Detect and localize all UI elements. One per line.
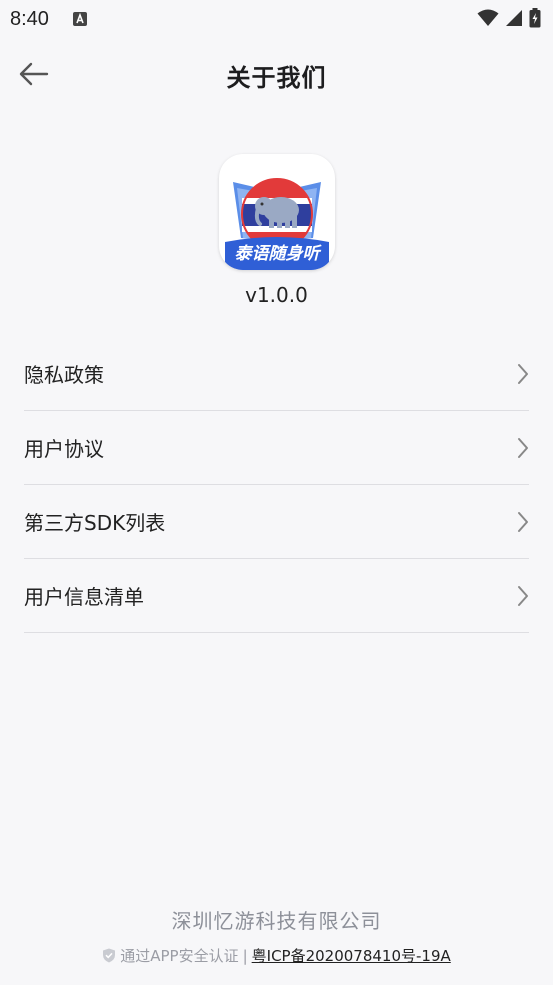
notification-a-icon bbox=[73, 12, 87, 26]
shield-icon bbox=[103, 948, 116, 963]
company-name: 深圳忆游科技有限公司 bbox=[171, 909, 382, 933]
battery-icon bbox=[529, 8, 541, 28]
signal-icon bbox=[506, 10, 522, 26]
footer-certification: 通过APP安全认证 | 粤ICP备2020078410号-19A bbox=[0, 945, 553, 966]
status-icons bbox=[477, 8, 541, 28]
footer-separator: | bbox=[242, 946, 248, 965]
menu-item-label: 隐私政策 bbox=[24, 363, 104, 387]
menu-item-label: 第三方SDK列表 bbox=[24, 511, 166, 535]
menu-item-user-info-list[interactable]: 用户信息清单 bbox=[24, 559, 529, 633]
menu-item-label: 用户协议 bbox=[24, 437, 104, 461]
nav-bar: 关于我们 bbox=[0, 40, 553, 106]
wifi-icon bbox=[477, 9, 499, 26]
settings-menu: 隐私政策 用户协议 第三方SDK列表 用户信息清单 bbox=[24, 337, 529, 633]
app-icon-label: 泰语随身听 bbox=[234, 244, 320, 264]
status-bar: 8:40 bbox=[0, 0, 553, 40]
chevron-right-icon bbox=[518, 364, 528, 384]
menu-item-label: 用户信息清单 bbox=[24, 585, 144, 609]
chevron-right-icon bbox=[518, 512, 528, 532]
status-time: 8:40 bbox=[10, 8, 49, 30]
chevron-right-icon bbox=[518, 438, 528, 458]
certification-text: 通过APP安全认证 bbox=[120, 947, 239, 965]
icp-license-link[interactable]: 粤ICP备2020078410号-19A bbox=[252, 945, 451, 966]
menu-item-user-agreement[interactable]: 用户协议 bbox=[24, 411, 529, 485]
menu-item-third-party-sdk[interactable]: 第三方SDK列表 bbox=[24, 485, 529, 559]
menu-item-privacy-policy[interactable]: 隐私政策 bbox=[24, 337, 529, 411]
chevron-right-icon bbox=[518, 586, 528, 606]
app-version: v1.0.0 bbox=[245, 283, 308, 307]
app-logo: 泰语随身听 bbox=[219, 154, 335, 270]
page-title: 关于我们 bbox=[226, 64, 327, 92]
